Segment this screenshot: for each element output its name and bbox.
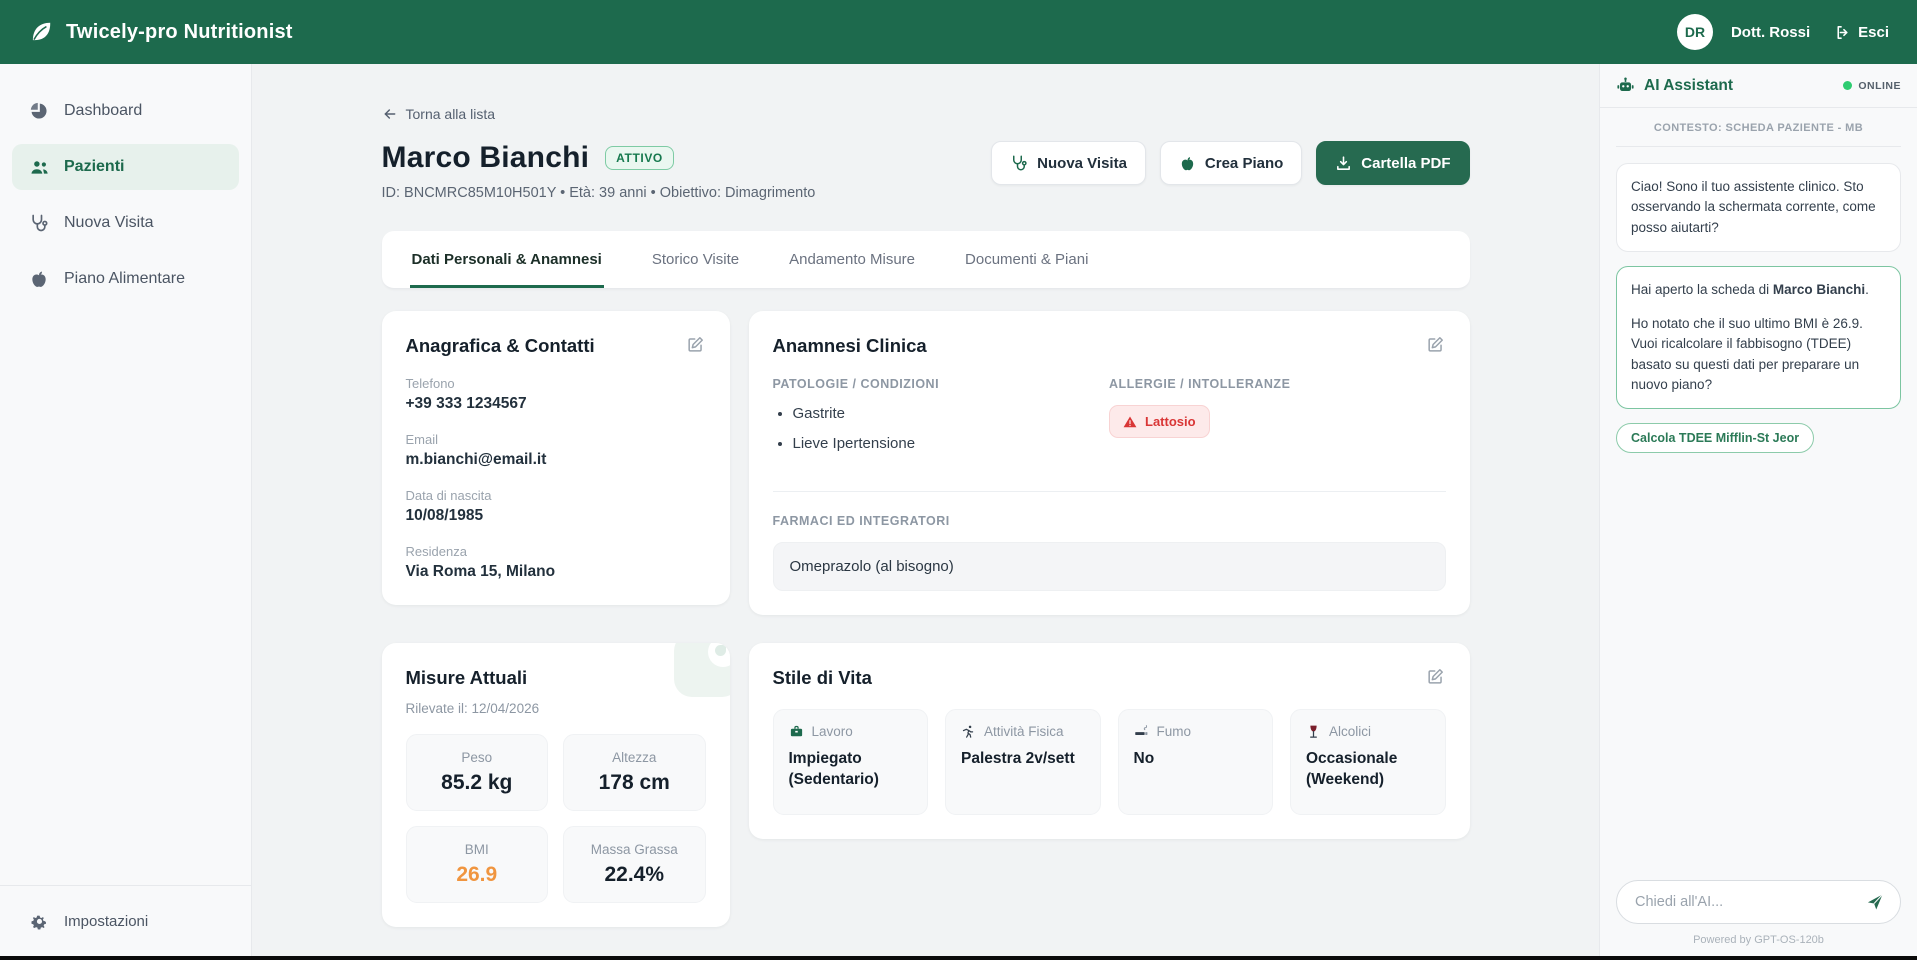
main-content: Torna alla lista Marco Bianchi ATTIVO ID… [252,64,1599,956]
stat-bmi: BMI 26.9 [406,826,549,903]
ai-panel-title: AI Assistant [1644,77,1733,95]
briefcase-icon [789,724,804,739]
topbar: Twicely-pro Nutritionist DR Dott. Rossi … [0,0,1917,64]
ai-chat-input[interactable] [1616,880,1901,924]
farmaci-value: Omeprazolo (al bisogno) [773,542,1446,591]
window-bottom-edge [0,956,1917,960]
sidebar-item-impostazioni[interactable]: Impostazioni [12,898,239,944]
allergy-badge: Lattosio [1109,405,1210,438]
patient-meta: ID: BNCMRC85M10H501Y • Età: 39 anni • Ob… [382,185,816,201]
tab-documenti-piani[interactable]: Documenti & Piani [963,231,1090,288]
leaf-logo-icon [28,19,54,45]
edit-icon[interactable] [1426,667,1446,687]
card-anagrafica: Anagrafica & Contatti Telefono +39 333 1… [382,311,730,605]
tab-andamento-misure[interactable]: Andamento Misure [787,231,917,288]
sidebar-item-piano-alimentare[interactable]: Piano Alimentare [12,256,239,302]
life-attivita-fisica: Attività Fisica Palestra 2v/sett [945,709,1101,815]
stat-massa-grassa: Massa Grassa 22.4% [563,826,706,903]
life-alcolici: Alcolici Occasionale (Weekend) [1290,709,1446,815]
life-lavoro: Lavoro Impiegato (Sedentario) [773,709,929,815]
online-dot-icon [1843,81,1852,90]
warning-icon [1123,415,1137,429]
create-plan-button[interactable]: Crea Piano [1160,141,1302,185]
tab-dati-personali[interactable]: Dati Personali & Anamnesi [410,231,604,288]
field-telefono: Telefono +39 333 1234567 [406,376,706,413]
farmaci-label: FARMACI ED INTEGRATORI [773,514,1446,528]
sidebar: Dashboard Pazienti Nuova Visita Piano Al… [0,64,252,956]
sidebar-item-pazienti[interactable]: Pazienti [12,144,239,190]
card-stile-di-vita: Stile di Vita Lavoro [749,643,1470,839]
page-title: Marco Bianchi [382,141,590,175]
tabbar: Dati Personali & Anamnesi Storico Visite… [382,231,1470,289]
runner-icon [961,724,976,739]
cigarette-icon [1134,724,1149,739]
apple-icon [28,268,50,290]
ai-footer-note: Powered by GPT-OS-120b [1600,928,1917,956]
users-icon [28,156,50,178]
card-misure-title: Misure Attuali [406,667,528,689]
back-to-list-link[interactable]: Torna alla lista [382,106,496,122]
card-anagrafica-title: Anagrafica & Contatti [406,335,595,357]
card-anamnesi-title: Anamnesi Clinica [773,335,927,357]
user-name: Dott. Rossi [1731,24,1810,41]
avatar[interactable]: DR [1677,14,1713,50]
card-stile-title: Stile di Vita [773,667,872,689]
new-visit-button[interactable]: Nuova Visita [991,141,1146,185]
logout-button[interactable]: Esci [1834,24,1889,41]
suggestion-chip-tdee[interactable]: Calcola TDEE Mifflin-St Jeor [1616,423,1814,453]
download-icon [1335,155,1352,172]
allergie-label: ALLERGIE / INTOLLERANZE [1109,377,1446,391]
stethoscope-icon [1010,154,1028,172]
robot-icon [1616,76,1635,95]
tab-storico-visite[interactable]: Storico Visite [650,231,741,288]
patologie-label: PATOLOGIE / CONDIZIONI [773,377,1110,391]
send-icon[interactable] [1865,892,1885,912]
ai-message-highlight: Hai aperto la scheda di Marco Bianchi. H… [1616,266,1901,409]
sidebar-item-nuova-visita[interactable]: Nuova Visita [12,200,239,246]
divider [773,491,1446,492]
wine-glass-icon [1306,724,1321,739]
ai-context-label: CONTESTO: SCHEDA PAZIENTE - MB [1616,108,1901,147]
card-anamnesi: Anamnesi Clinica PATOLOGIE / CONDIZIONI … [749,311,1470,615]
ai-assistant-panel: AI Assistant ONLINE CONTESTO: SCHEDA PAZ… [1599,64,1917,956]
edit-icon[interactable] [1426,335,1446,355]
stat-peso: Peso 85.2 kg [406,734,549,811]
logout-icon [1834,24,1851,41]
stethoscope-icon [28,212,50,234]
pie-chart-icon [28,100,50,122]
life-fumo: Fumo No [1118,709,1274,815]
ai-message: Ciao! Sono il tuo assistente clinico. St… [1616,163,1901,252]
apple-icon [1179,155,1196,172]
gear-icon [28,910,50,932]
list-item: Gastrite [793,405,1110,422]
pdf-folder-button[interactable]: Cartella PDF [1316,141,1469,185]
misure-date: Rilevate il: 12/04/2026 [406,701,706,716]
stat-altezza: Altezza 178 cm [563,734,706,811]
brand: Twicely-pro Nutritionist [28,19,293,45]
field-email: Email m.bianchi@email.it [406,432,706,469]
online-status: ONLINE [1843,80,1901,92]
edit-icon[interactable] [686,335,706,355]
chat-messages: Ciao! Sono il tuo assistente clinico. St… [1600,147,1917,870]
field-residenza: Residenza Via Roma 15, Milano [406,544,706,581]
field-data-nascita: Data di nascita 10/08/1985 [406,488,706,525]
scale-decor-icon [674,643,730,697]
card-misure: Misure Attuali Rilevate il: 12/04/2026 P… [382,643,730,927]
status-badge: ATTIVO [605,146,674,170]
list-item: Lieve Ipertensione [793,435,1110,452]
app-title: Twicely-pro Nutritionist [66,21,293,44]
patologie-list: Gastrite Lieve Ipertensione [793,405,1110,452]
sidebar-item-dashboard[interactable]: Dashboard [12,88,239,134]
arrow-left-icon [382,106,398,122]
